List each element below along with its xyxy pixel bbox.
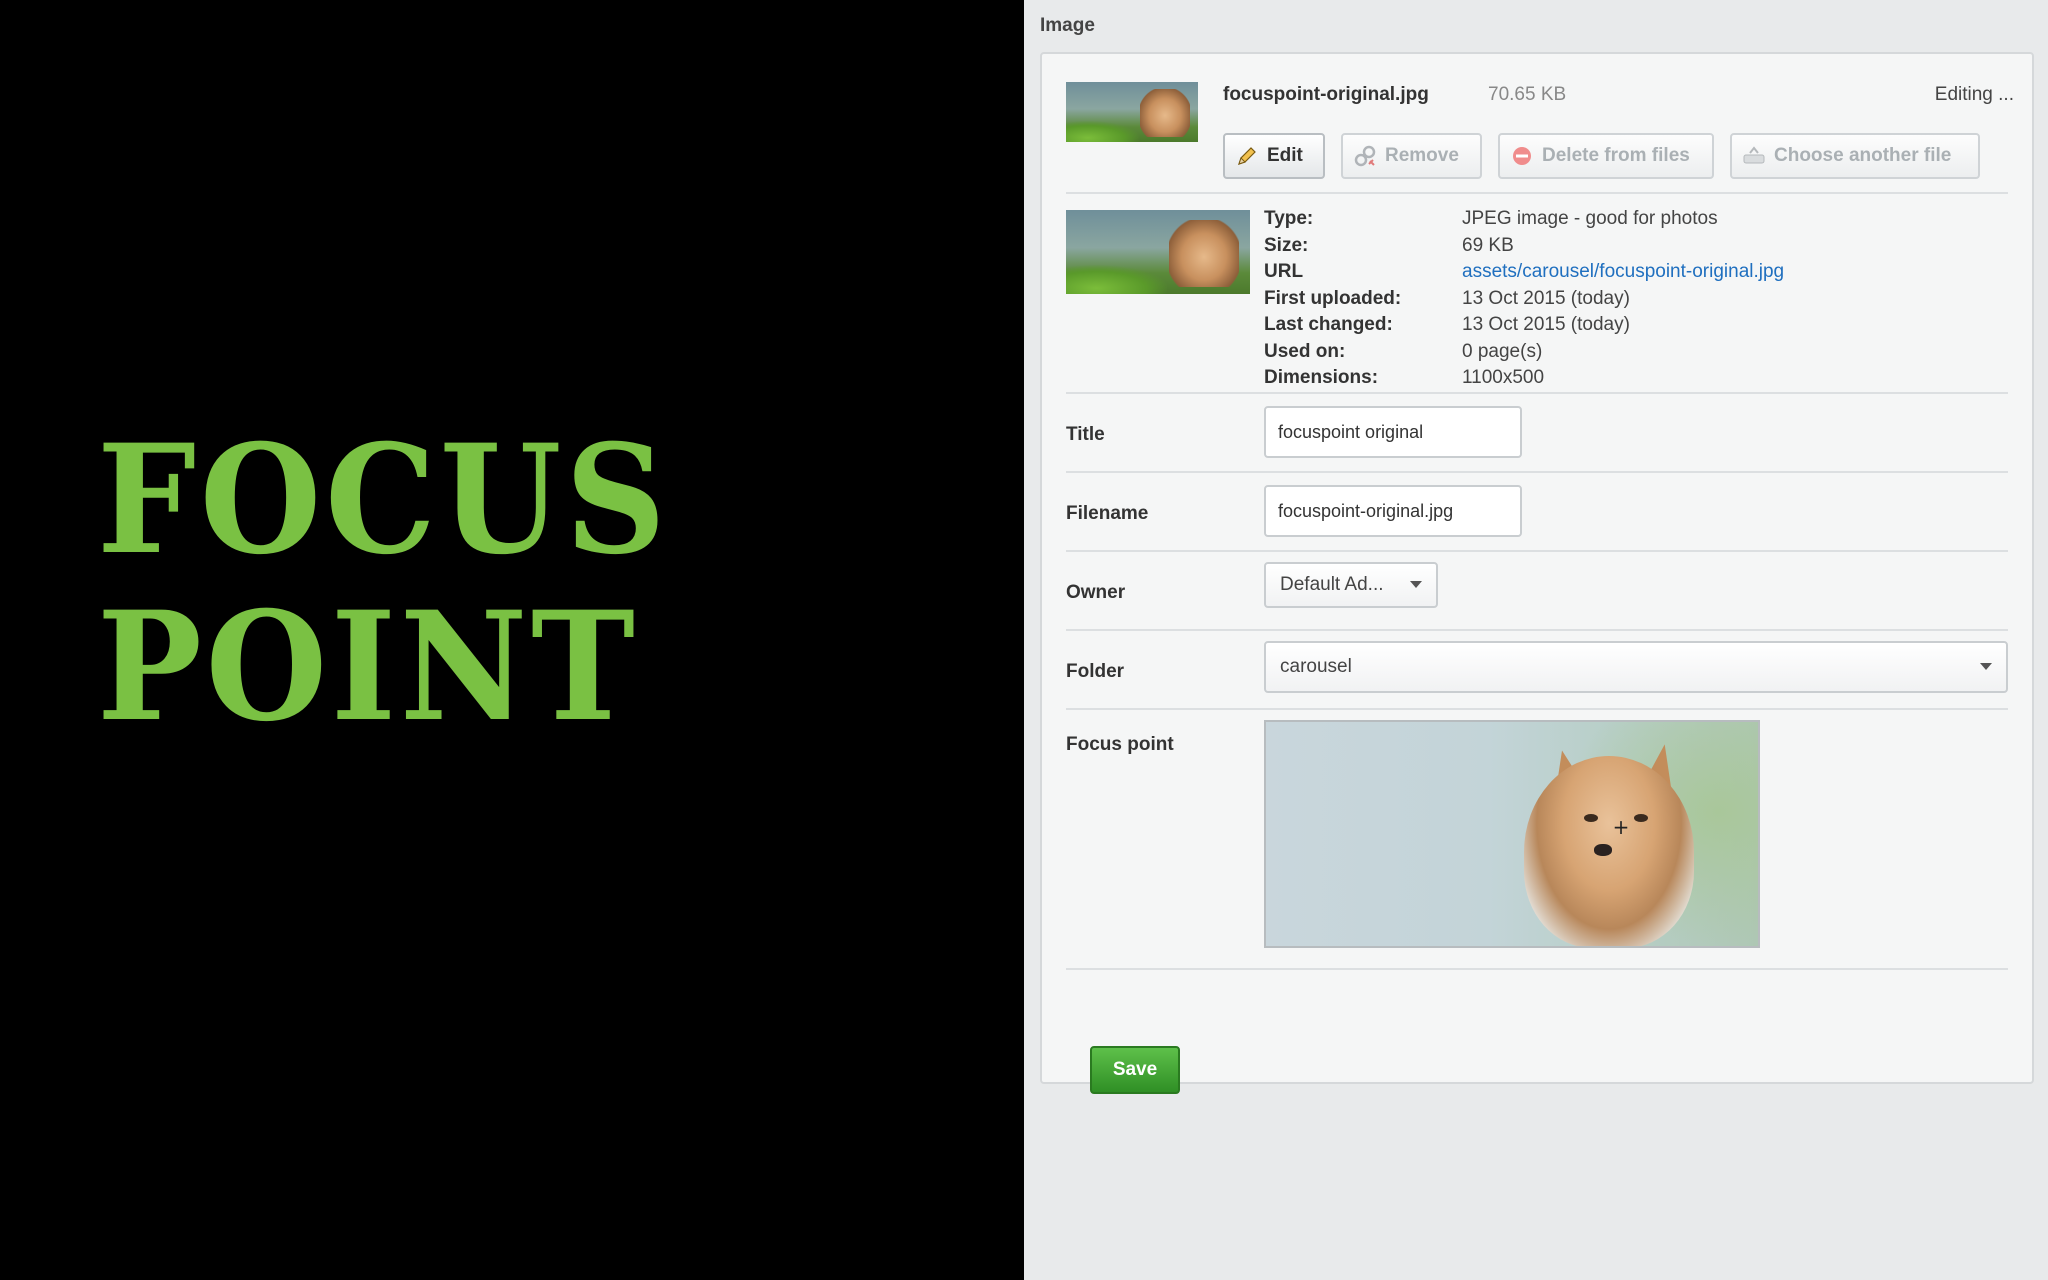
- info-value: 13 Oct 2015 (today): [1462, 314, 1630, 336]
- info-row-type: Type: JPEG image - good for photos: [1264, 206, 1784, 233]
- delete-from-files-button[interactable]: Delete from files: [1498, 133, 1714, 179]
- crosshair-icon[interactable]: +: [1612, 817, 1630, 837]
- image-field-card: focuspoint-original.jpg 70.65 KB Editing…: [1040, 52, 2034, 1094]
- cms-panel: Image focuspoint-original.jpg 70.65 KB E…: [1024, 0, 2048, 1280]
- file-thumbnail: [1066, 82, 1198, 142]
- remove-button-label: Remove: [1385, 145, 1459, 166]
- file-size: 70.65 KB: [1488, 84, 1567, 105]
- info-value: 0 page(s): [1462, 340, 1543, 362]
- owner-selected-value: Default Ad...: [1280, 574, 1384, 595]
- section-label: Image: [1040, 15, 1095, 36]
- brand-panel: FOCUS POINT: [0, 0, 1024, 1280]
- chevron-down-icon: [1980, 663, 1992, 670]
- info-value: 69 KB: [1462, 234, 1514, 256]
- info-row-last-changed: Last changed: 13 Oct 2015 (today): [1264, 312, 1784, 339]
- pencil-icon: [1235, 144, 1259, 168]
- owner-select[interactable]: Default Ad...: [1264, 562, 1438, 608]
- owner-label: Owner: [1066, 582, 1126, 603]
- info-row-used-on: Used on: 0 page(s): [1264, 339, 1784, 366]
- info-value: 13 Oct 2015 (today): [1462, 287, 1630, 309]
- file-info-table: Type: JPEG image - good for photos Size:…: [1264, 206, 1784, 392]
- filename-input[interactable]: [1264, 485, 1522, 537]
- editing-status: Editing ...: [1934, 84, 2014, 105]
- divider: [1066, 192, 2008, 194]
- unlink-icon: [1353, 144, 1377, 168]
- focus-point-image[interactable]: +: [1264, 720, 1760, 948]
- title-input[interactable]: [1264, 406, 1522, 458]
- info-key: Dimensions:: [1264, 367, 1379, 389]
- save-button[interactable]: Save: [1090, 1046, 1180, 1094]
- title-label: Title: [1066, 424, 1105, 445]
- upload-drive-icon: [1742, 144, 1766, 168]
- brand-title-line-1: FOCUS: [97, 412, 670, 588]
- info-key: First uploaded:: [1264, 287, 1402, 309]
- info-key: Type:: [1264, 208, 1314, 230]
- filename-field: Filename: [1066, 473, 2008, 552]
- folder-field: Folder carousel: [1066, 631, 2008, 710]
- remove-button[interactable]: Remove: [1341, 133, 1482, 179]
- delete-button-label: Delete from files: [1542, 145, 1690, 166]
- folder-select[interactable]: carousel: [1264, 641, 2008, 693]
- filename-label: Filename: [1066, 503, 1149, 524]
- file-header: focuspoint-original.jpg 70.65 KB Editing…: [1066, 78, 2014, 194]
- choose-button-label: Choose another file: [1774, 145, 1952, 166]
- file-url-link[interactable]: assets/carousel/focuspoint-original.jpg: [1462, 261, 1784, 283]
- info-key: Used on:: [1264, 340, 1346, 362]
- chevron-down-icon: [1410, 581, 1422, 588]
- info-key: Size:: [1264, 234, 1309, 256]
- folder-label: Folder: [1066, 661, 1125, 682]
- focus-point-label: Focus point: [1066, 734, 1174, 755]
- file-info: Type: JPEG image - good for photos Size:…: [1066, 206, 2008, 396]
- focus-point-field: Focus point +: [1066, 710, 2008, 950]
- file-actions: Edit Remove Delete from files Choose ano…: [1223, 133, 1980, 179]
- divider: [1066, 968, 2008, 970]
- info-row-dimensions: Dimensions: 1100x500: [1264, 365, 1784, 392]
- info-key: URL: [1264, 261, 1304, 283]
- title-field: Title: [1066, 394, 2008, 473]
- owner-field: Owner Default Ad...: [1066, 552, 2008, 631]
- brand-title-line-2: POINT: [97, 579, 639, 755]
- info-value: JPEG image - good for photos: [1462, 208, 1718, 230]
- folder-selected-value: carousel: [1280, 656, 1352, 677]
- file-preview-image: [1066, 210, 1250, 294]
- info-row-size: Size: 69 KB: [1264, 233, 1784, 260]
- info-row-url: URL assets/carousel/focuspoint-original.…: [1264, 259, 1784, 286]
- file-name: focuspoint-original.jpg: [1223, 84, 1429, 105]
- info-value: 1100x500: [1462, 367, 1545, 389]
- edit-button-label: Edit: [1267, 145, 1303, 166]
- edit-button[interactable]: Edit: [1223, 133, 1325, 179]
- info-row-first-uploaded: First uploaded: 13 Oct 2015 (today): [1264, 286, 1784, 313]
- choose-another-file-button[interactable]: Choose another file: [1730, 133, 1980, 179]
- no-entry-icon: [1510, 144, 1534, 168]
- info-key: Last changed:: [1264, 314, 1393, 336]
